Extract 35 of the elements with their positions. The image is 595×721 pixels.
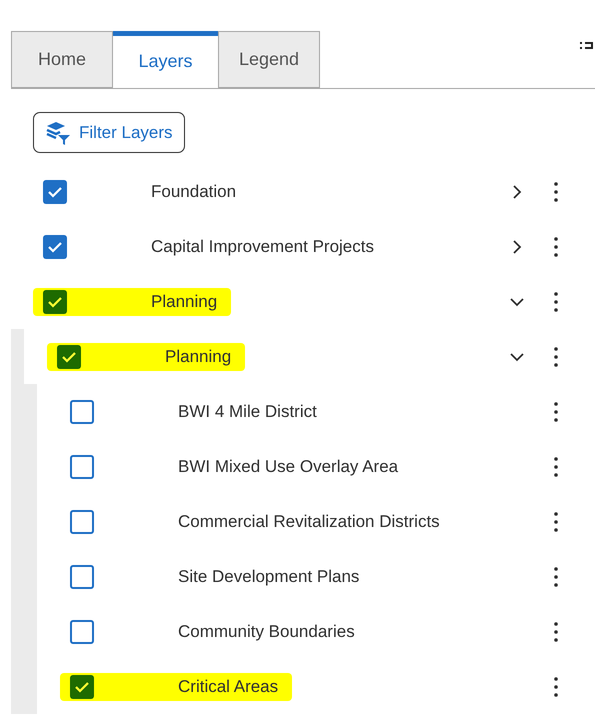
more-options-icon[interactable] bbox=[554, 292, 558, 312]
checkbox[interactable] bbox=[43, 290, 67, 314]
checkbox[interactable] bbox=[70, 400, 94, 424]
layer-name: Capital Improvement Projects bbox=[151, 236, 374, 258]
tab[interactable]: Legend bbox=[218, 31, 320, 88]
layer-name: BWI Mixed Use Overlay Area bbox=[178, 456, 398, 478]
layer-name: BWI 4 Mile District bbox=[178, 400, 317, 423]
more-options-icon[interactable] bbox=[554, 182, 558, 202]
tab[interactable]: Home bbox=[11, 31, 113, 88]
layer-name: Community Boundaries bbox=[178, 620, 355, 643]
checkbox[interactable] bbox=[70, 454, 94, 478]
checkbox[interactable] bbox=[43, 180, 67, 204]
layer-name: Commercial Revitalization Districts bbox=[178, 510, 440, 533]
more-options-icon[interactable] bbox=[554, 402, 558, 422]
checkbox[interactable] bbox=[70, 510, 94, 534]
more-options-icon[interactable] bbox=[554, 566, 558, 586]
more-options-icon[interactable] bbox=[554, 622, 558, 642]
layer-name: Planning bbox=[151, 290, 218, 313]
layer-name: Planning bbox=[165, 346, 232, 368]
checkbox[interactable] bbox=[70, 674, 94, 698]
checkbox[interactable] bbox=[43, 234, 67, 258]
more-options-icon[interactable] bbox=[554, 512, 558, 532]
layer-name: Critical Areas bbox=[178, 676, 278, 698]
filter-layers-button[interactable]: Filter Layers bbox=[33, 112, 185, 153]
checkbox[interactable] bbox=[70, 564, 94, 588]
more-options-icon[interactable] bbox=[554, 456, 558, 476]
layer-name: Site Development Plans bbox=[178, 566, 360, 588]
layer-name: Foundation bbox=[151, 180, 236, 203]
more-options-icon[interactable] bbox=[554, 346, 558, 366]
checkbox[interactable] bbox=[70, 620, 94, 644]
more-options-icon[interactable] bbox=[554, 236, 558, 256]
layers-filter-icon bbox=[45, 120, 71, 146]
more-options-icon[interactable] bbox=[554, 676, 558, 696]
checkbox[interactable] bbox=[57, 344, 81, 368]
handle-icon[interactable] bbox=[580, 40, 595, 52]
